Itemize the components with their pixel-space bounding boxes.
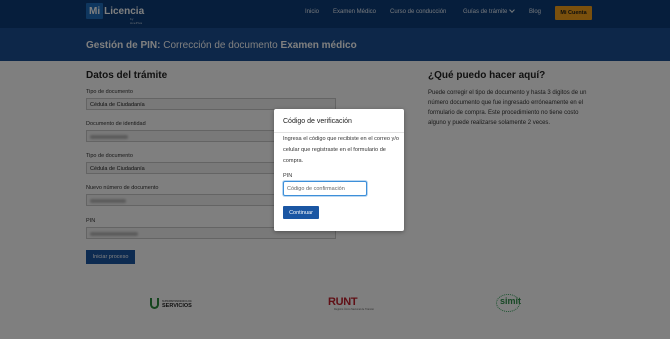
verification-modal: Código de verificación Ingresa el código… <box>274 109 404 231</box>
confirmation-code-input[interactable] <box>283 181 367 196</box>
modal-divider <box>274 132 404 133</box>
continue-button[interactable]: Continuar <box>283 206 319 219</box>
modal-instructions: Ingresa el código que recibiste en el co… <box>283 136 399 164</box>
modal-pin-label: PIN <box>283 173 293 179</box>
modal-title: Código de verificación <box>283 118 352 125</box>
